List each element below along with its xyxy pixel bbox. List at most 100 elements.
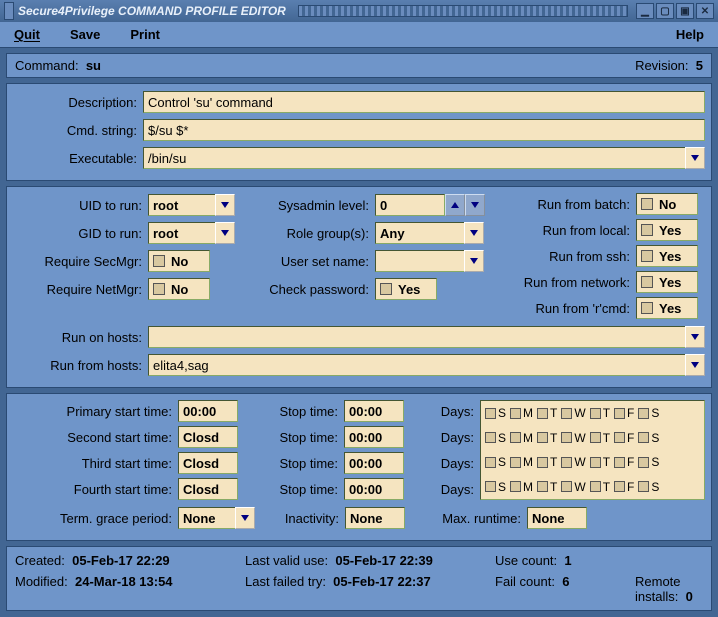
run-batch-toggle[interactable]: No [636,193,698,215]
day-checkbox[interactable]: W [561,455,585,469]
day-checkbox[interactable]: S [638,431,659,445]
reqsecmgr-label: Require SecMgr: [13,254,148,269]
day-checkbox[interactable]: S [638,455,659,469]
day-checkbox[interactable]: M [510,406,533,420]
day-checkbox[interactable]: T [537,480,557,494]
rolegroups-dropdown-icon[interactable] [464,222,484,244]
inactivity-input[interactable]: None [345,507,405,529]
description-input[interactable]: Control 'su' command [143,91,705,113]
gid-dropdown-icon[interactable] [215,222,235,244]
day-checkbox[interactable]: S [485,480,506,494]
day-checkbox[interactable]: T [537,406,557,420]
menu-help[interactable]: Help [676,27,704,42]
menu-print[interactable]: Print [130,27,160,42]
uid-input[interactable]: root [148,194,216,216]
term-grace-input[interactable]: None [178,507,236,529]
run-on-input[interactable] [148,326,686,348]
day-checkbox[interactable]: S [638,406,659,420]
created-value: 05-Feb-17 22:29 [72,553,170,568]
primary-stop-input[interactable]: 00:00 [344,400,404,422]
fourth-stop-input[interactable]: 00:00 [344,478,404,500]
restore-button[interactable]: ▣ [676,3,694,19]
executable-dropdown-icon[interactable] [685,147,705,169]
day-checkbox[interactable]: S [485,406,506,420]
day-checkbox[interactable]: F [614,480,634,494]
maximize-button[interactable]: ▢ [656,3,674,19]
fourth-start-input[interactable]: Closd [178,478,238,500]
cmd-string-input[interactable]: $/su $* [143,119,705,141]
day-checkbox[interactable]: W [561,406,585,420]
day-checkbox[interactable]: T [537,431,557,445]
gid-label: GID to run: [13,226,148,241]
run-from-dropdown-icon[interactable] [685,354,705,376]
second-stop-label: Stop time: [254,430,344,445]
day-checkbox[interactable]: M [510,480,533,494]
day-checkbox[interactable]: F [614,455,634,469]
close-button[interactable]: ✕ [696,3,714,19]
days-label-2: Days: [420,430,480,445]
third-stop-input[interactable]: 00:00 [344,452,404,474]
sysadmin-up-icon[interactable] [445,194,465,216]
max-runtime-input[interactable]: None [527,507,587,529]
day-checkbox[interactable]: T [590,431,610,445]
day-checkbox[interactable]: W [561,480,585,494]
revision-label: Revision: [635,58,688,73]
rolegroups-input[interactable]: Any [375,222,465,244]
minimize-button[interactable]: ▁ [636,3,654,19]
usecount-label: Use count: [495,553,557,568]
gid-input[interactable]: root [148,222,216,244]
primary-start-input[interactable]: 00:00 [178,400,238,422]
days-label-4: Days: [420,482,480,497]
third-stop-label: Stop time: [254,456,344,471]
day-checkbox[interactable]: T [590,455,610,469]
max-runtime-label: Max. runtime: [417,511,527,526]
days-row-4: SMTWTFS [485,477,700,498]
day-checkbox[interactable]: M [510,455,533,469]
description-panel: Description: Control 'su' command Cmd. s… [6,83,712,181]
checkpw-toggle[interactable]: Yes [375,278,437,300]
day-checkbox[interactable]: W [561,431,585,445]
run-batch-label: Run from batch: [538,197,637,212]
run-rcmd-label: Run from 'r'cmd: [535,301,636,316]
day-checkbox[interactable]: F [614,406,634,420]
sysadmin-input[interactable]: 0 [375,194,445,216]
run-from-input[interactable]: elita4,sag [148,354,686,376]
run-ssh-toggle[interactable]: Yes [636,245,698,267]
day-checkbox[interactable]: T [537,455,557,469]
day-checkbox[interactable]: M [510,431,533,445]
reqnetmgr-label: Require NetMgr: [13,282,148,297]
modified-value: 24-Mar-18 13:54 [75,574,173,589]
window-title: Secure4Privilege COMMAND PROFILE EDITOR [18,4,292,18]
usersetname-dropdown-icon[interactable] [464,250,484,272]
sysmenu-button[interactable] [4,2,14,20]
usersetname-input[interactable] [375,250,465,272]
sysadmin-down-icon[interactable] [465,194,485,216]
menu-quit[interactable]: Quit [14,27,40,42]
day-checkbox[interactable]: T [590,406,610,420]
remote-label: Remote installs: [635,574,681,604]
run-network-toggle[interactable]: Yes [636,271,698,293]
uid-dropdown-icon[interactable] [215,194,235,216]
day-checkbox[interactable]: S [485,455,506,469]
command-label: Command: [15,58,79,73]
title-drag-area[interactable] [298,5,628,17]
second-start-label: Second start time: [13,430,178,445]
executable-input[interactable]: /bin/su [143,147,686,169]
day-checkbox[interactable]: S [638,480,659,494]
run-local-toggle[interactable]: Yes [636,219,698,241]
lastfail-value: 05-Feb-17 22:37 [333,574,431,589]
run-on-dropdown-icon[interactable] [685,326,705,348]
inactivity-label: Inactivity: [255,511,345,526]
day-checkbox[interactable]: S [485,431,506,445]
run-rcmd-toggle[interactable]: Yes [636,297,698,319]
third-start-input[interactable]: Closd [178,452,238,474]
reqsecmgr-toggle[interactable]: No [148,250,210,272]
menu-save[interactable]: Save [70,27,100,42]
day-checkbox[interactable]: T [590,480,610,494]
day-checkbox[interactable]: F [614,431,634,445]
reqnetmgr-toggle[interactable]: No [148,278,210,300]
run-from-label: Run from hosts: [13,358,148,373]
term-grace-dropdown-icon[interactable] [235,507,255,529]
second-start-input[interactable]: Closd [178,426,238,448]
second-stop-input[interactable]: 00:00 [344,426,404,448]
